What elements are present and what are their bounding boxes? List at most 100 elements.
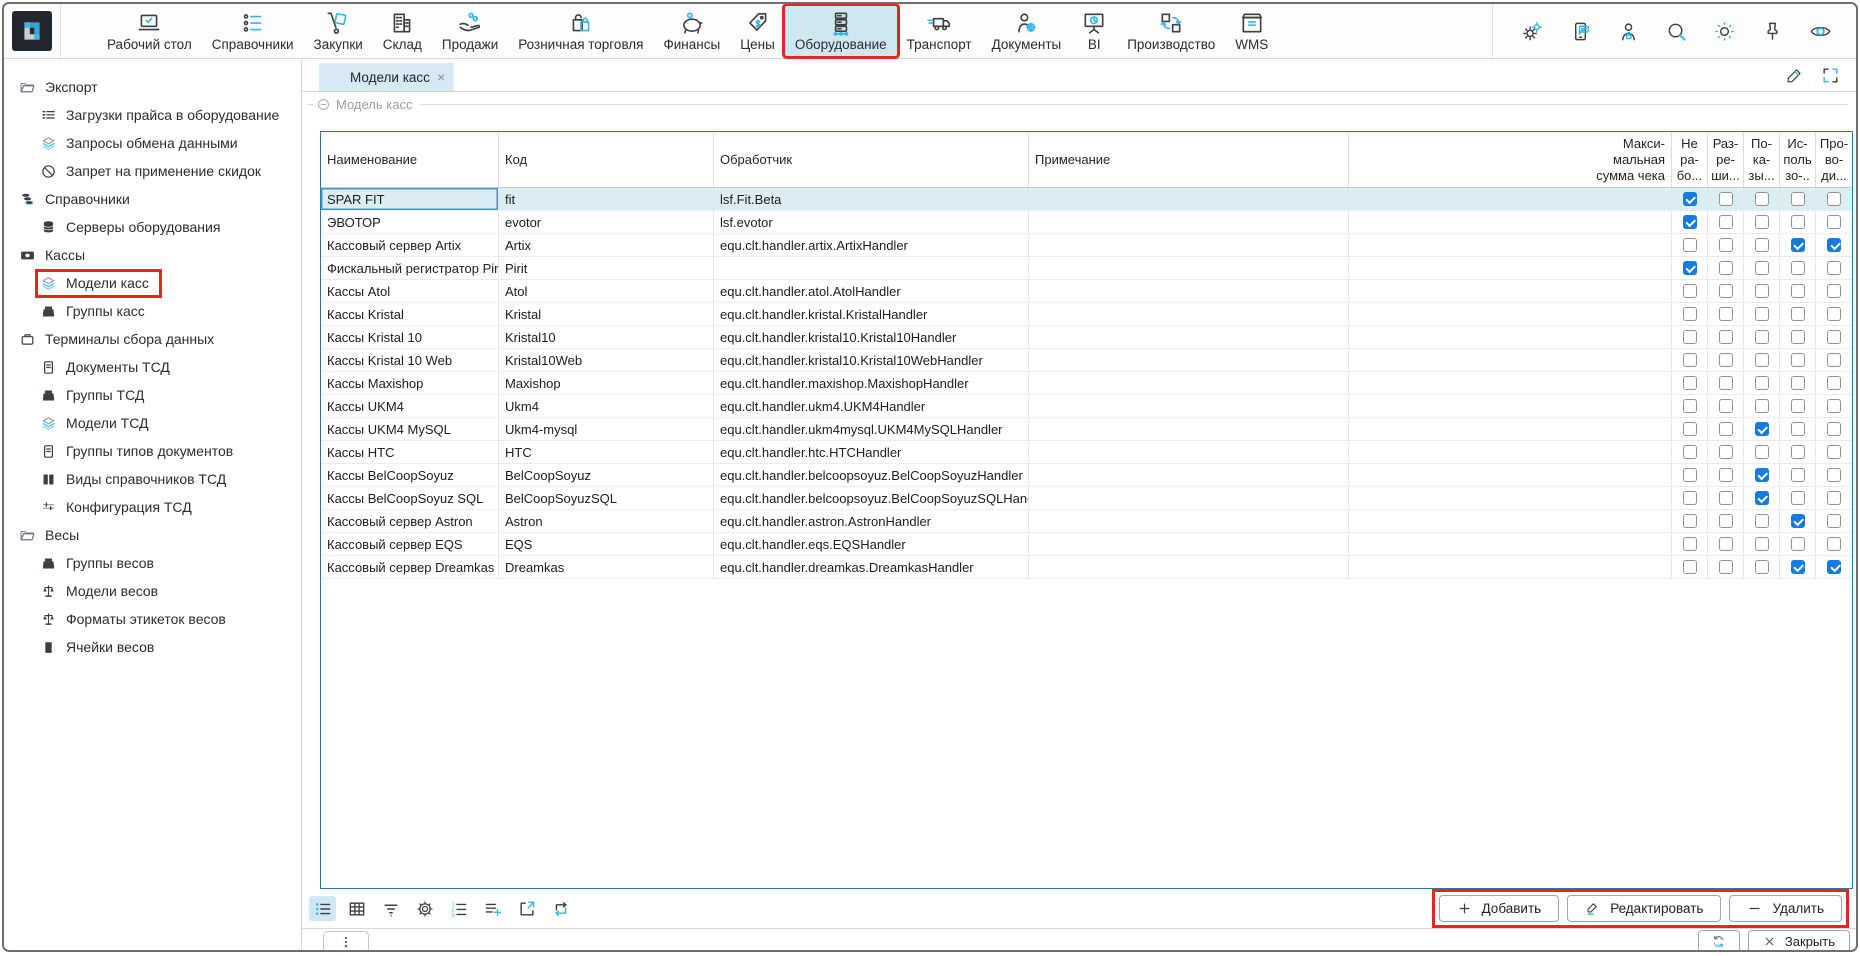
checkbox-razreshi[interactable] [1719,238,1733,252]
cell-note[interactable] [1029,395,1349,417]
menu-item-purchases[interactable]: Закупки [304,6,373,56]
cell-code[interactable]: fit [499,188,714,210]
feedback-icon[interactable] [1569,20,1592,43]
user-icon[interactable] [1617,20,1640,43]
menu-item-finances[interactable]: Финансы [654,6,731,56]
cell-note[interactable] [1029,326,1349,348]
sidebar-item-scales-groups[interactable]: Группы весов [4,549,301,577]
sidebar-item-references[interactable]: Справочники [4,185,301,213]
cell-handler[interactable]: equ.clt.handler.eqs.EQSHandler [714,533,1029,555]
sidebar-item-tsd-documents[interactable]: Документы ТСД [4,353,301,381]
column-header-pokazy[interactable]: По- ка- зы... [1744,132,1780,187]
checkbox-ispolzo[interactable] [1791,468,1805,482]
numbered-list-button[interactable]: 123 [445,896,472,921]
kebab-menu-button[interactable] [323,931,369,953]
checkbox-pokazy[interactable] [1755,537,1769,551]
checkbox-pokazy[interactable] [1755,330,1769,344]
cell-handler[interactable]: equ.clt.handler.maxishop.MaxishopHandler [714,372,1029,394]
cell-handler[interactable] [714,257,1029,279]
checkbox-pokazy[interactable] [1755,284,1769,298]
menu-item-sales[interactable]: Продажи [432,6,508,56]
menu-item-wms[interactable]: WMS [1225,6,1278,56]
cell-max-sum[interactable] [1349,188,1672,210]
table-row[interactable]: Кассы UKM4 MySQLUkm4-mysqlequ.clt.handle… [321,418,1852,441]
cell-handler[interactable]: lsf.evotor [714,211,1029,233]
cell-handler[interactable]: lsf.Fit.Beta [714,188,1029,210]
cell-max-sum[interactable] [1349,211,1672,233]
sidebar-item-equipment-servers[interactable]: Серверы оборудования [4,213,301,241]
cell-name[interactable]: Кассы UKM4 [321,395,499,417]
cell-handler[interactable]: equ.clt.handler.artix.ArtixHandler [714,234,1029,256]
cell-note[interactable] [1029,234,1349,256]
menu-item-prices[interactable]: Цены [730,6,785,56]
table-row[interactable]: Кассы AtolAtolequ.clt.handler.atol.AtolH… [321,280,1852,303]
cell-name[interactable]: Кассы Maxishop [321,372,499,394]
column-header-note[interactable]: Примечание [1029,132,1349,187]
menu-item-directories[interactable]: Справочники [202,6,304,56]
cell-note[interactable] [1029,556,1349,578]
cell-note[interactable] [1029,533,1349,555]
checkbox-ne-rabo[interactable] [1683,514,1697,528]
checkbox-ne-rabo[interactable] [1683,537,1697,551]
checkbox-ispolzo[interactable] [1791,560,1805,574]
cell-code[interactable]: Artix [499,234,714,256]
cell-note[interactable] [1029,510,1349,532]
checkbox-pokazy[interactable] [1755,215,1769,229]
menu-item-bi[interactable]: BI [1071,6,1117,56]
column-header-ne-rabo[interactable]: Не ра- бо... [1672,132,1708,187]
cell-name[interactable]: Фискальный регистратор Pirit [321,257,499,279]
sidebar-item-scales-cells[interactable]: Ячейки весов [4,633,301,661]
reload-grid-button[interactable] [547,896,574,921]
checkbox-provodi[interactable] [1827,353,1841,367]
edit-pencil-icon[interactable] [1785,66,1804,85]
grid-view-button[interactable] [343,896,370,921]
cell-code[interactable]: Dreamkas [499,556,714,578]
cell-handler[interactable]: equ.clt.handler.htc.HTCHandler [714,441,1029,463]
menu-item-documents[interactable]: Документы [982,6,1072,56]
checkbox-razreshi[interactable] [1719,284,1733,298]
checkbox-provodi[interactable] [1827,491,1841,505]
cell-max-sum[interactable] [1349,349,1672,371]
list-view-button[interactable] [309,896,336,921]
cell-handler[interactable]: equ.clt.handler.kristal.KristalHandler [714,303,1029,325]
checkbox-pokazy[interactable] [1755,560,1769,574]
cell-max-sum[interactable] [1349,464,1672,486]
cell-note[interactable] [1029,349,1349,371]
checkbox-ne-rabo[interactable] [1683,468,1697,482]
cell-name[interactable]: Кассовый сервер EQS [321,533,499,555]
cell-max-sum[interactable] [1349,257,1672,279]
checkbox-ne-rabo[interactable] [1683,238,1697,252]
checkbox-razreshi[interactable] [1719,353,1733,367]
sidebar-item-scales-label-formats[interactable]: Форматы этикеток весов [4,605,301,633]
checkbox-pokazy[interactable] [1755,468,1769,482]
checkbox-pokazy[interactable] [1755,307,1769,321]
checkbox-ne-rabo[interactable] [1683,399,1697,413]
column-header-code[interactable]: Код [499,132,714,187]
table-row[interactable]: Фискальный регистратор PiritPirit [321,257,1852,280]
cell-handler[interactable]: equ.clt.handler.atol.AtolHandler [714,280,1029,302]
checkbox-razreshi[interactable] [1719,468,1733,482]
settings-icon[interactable] [1521,20,1544,43]
table-row[interactable]: Кассовый сервер ArtixArtixequ.clt.handle… [321,234,1852,257]
table-row[interactable]: Кассы KristalKristalequ.clt.handler.kris… [321,303,1852,326]
cell-handler[interactable]: equ.clt.handler.dreamkas.DreamkasHandler [714,556,1029,578]
pin-icon[interactable] [1761,20,1784,43]
cell-name[interactable]: Кассовый сервер Artix [321,234,499,256]
cell-name[interactable]: Кассы UKM4 MySQL [321,418,499,440]
checkbox-razreshi[interactable] [1719,330,1733,344]
cell-max-sum[interactable] [1349,533,1672,555]
edit-button[interactable]: Редактировать [1567,895,1721,922]
checkbox-provodi[interactable] [1827,514,1841,528]
checkbox-provodi[interactable] [1827,537,1841,551]
cell-name[interactable]: Кассы Kristal 10 Web [321,349,499,371]
cell-note[interactable] [1029,372,1349,394]
table-row[interactable]: Кассы UKM4Ukm4equ.clt.handler.ukm4.UKM4H… [321,395,1852,418]
checkbox-razreshi[interactable] [1719,537,1733,551]
sidebar-item-discount-ban[interactable]: Запрет на применение скидок [4,157,301,185]
cell-name[interactable]: Кассы Kristal 10 [321,326,499,348]
cell-max-sum[interactable] [1349,372,1672,394]
cell-code[interactable]: Kristal10 [499,326,714,348]
cell-max-sum[interactable] [1349,326,1672,348]
checkbox-razreshi[interactable] [1719,215,1733,229]
cell-name[interactable]: Кассы Kristal [321,303,499,325]
